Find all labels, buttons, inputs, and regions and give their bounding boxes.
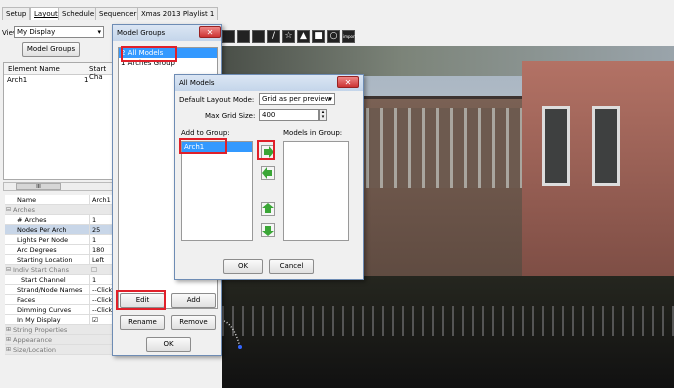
layout-mode-label: Default Layout Mode:	[179, 96, 255, 104]
fence	[222, 306, 674, 336]
col-element-name[interactable]: Element Name	[8, 65, 60, 73]
expand-icon: ⊞	[6, 346, 12, 353]
stepper-icon[interactable]: ▴ ▾	[319, 109, 327, 121]
grid-size-input[interactable]: 400	[259, 109, 319, 121]
window	[542, 106, 570, 186]
row-name: Arch1	[7, 76, 28, 84]
square-icon[interactable]: ■	[312, 30, 325, 43]
chevron-down-icon: ▾	[97, 28, 101, 36]
import-icon[interactable]: import	[342, 30, 356, 43]
add-button[interactable]: Add	[171, 293, 216, 308]
available-models-list[interactable]: Arch1	[181, 141, 253, 241]
group-models-list[interactable]	[283, 141, 349, 241]
toolbar-icon[interactable]	[252, 30, 265, 43]
all-models-dialog: All Models ✕ Default Layout Mode: Grid a…	[174, 74, 364, 280]
move-up-icon[interactable]	[261, 202, 275, 216]
rename-button[interactable]: Rename	[120, 315, 165, 330]
highlight-box	[257, 140, 275, 160]
close-icon[interactable]: ✕	[337, 76, 359, 88]
layout-mode-select[interactable]: Grid as per preview ▾	[259, 93, 335, 105]
balcony-railing	[352, 108, 532, 188]
arch-model-preview[interactable]	[222, 311, 262, 351]
collapse-icon: ⊟	[6, 266, 12, 273]
circle-icon[interactable]: ○	[327, 30, 340, 43]
tab-schedule[interactable]: Schedule	[58, 7, 99, 20]
tab-playlist[interactable]: Xmas 2013 Playlist 1	[137, 7, 219, 20]
tab-bar: Setup Layout Schedule Sequencer Xmas 201…	[0, 0, 674, 20]
move-left-icon[interactable]	[261, 166, 275, 180]
grid-size-label: Max Grid Size:	[205, 112, 256, 120]
ok-button[interactable]: OK	[146, 337, 191, 352]
left-panel: View: My Display ▾ Model Groups Element …	[0, 20, 120, 195]
remove-button[interactable]: Remove	[171, 315, 216, 330]
window	[592, 106, 620, 186]
highlight-box	[116, 290, 166, 310]
toolbar-icon[interactable]	[237, 30, 250, 43]
table-row[interactable]: Arch1 1	[4, 75, 114, 85]
element-table: Element Name Start Cha Arch1 1	[3, 62, 115, 180]
tab-setup[interactable]: Setup	[2, 7, 31, 20]
ok-button[interactable]: OK	[223, 259, 263, 274]
tab-sequencer[interactable]: Sequencer	[95, 7, 141, 20]
model-groups-button[interactable]: Model Groups	[22, 42, 80, 57]
toolbar-icon[interactable]	[222, 30, 235, 43]
view-select-value: My Display	[17, 28, 56, 36]
horizontal-scrollbar[interactable]: III	[3, 182, 115, 191]
star-icon[interactable]: ☆	[282, 30, 295, 43]
table-header: Element Name Start Cha	[4, 63, 114, 81]
view-select[interactable]: My Display ▾	[14, 26, 104, 38]
triangle-icon[interactable]: ▲	[297, 30, 310, 43]
highlight-box	[179, 138, 227, 154]
row-start: 1	[84, 76, 89, 84]
highlight-box	[121, 46, 177, 62]
move-down-icon[interactable]	[261, 223, 275, 237]
collapse-icon: ⊟	[6, 206, 12, 213]
models-in-group-label: Models in Group:	[283, 129, 343, 137]
line-icon[interactable]: /	[267, 30, 280, 43]
chevron-down-icon: ▾	[328, 95, 332, 103]
expand-icon: ⊞	[6, 326, 12, 333]
dialog-title: All Models	[175, 75, 363, 91]
expand-icon: ⊞	[6, 336, 12, 343]
close-icon[interactable]: ✕	[199, 26, 221, 38]
add-to-group-label: Add to Group:	[181, 129, 230, 137]
scroll-thumb[interactable]: III	[16, 183, 61, 190]
cancel-button[interactable]: Cancel	[269, 259, 314, 274]
